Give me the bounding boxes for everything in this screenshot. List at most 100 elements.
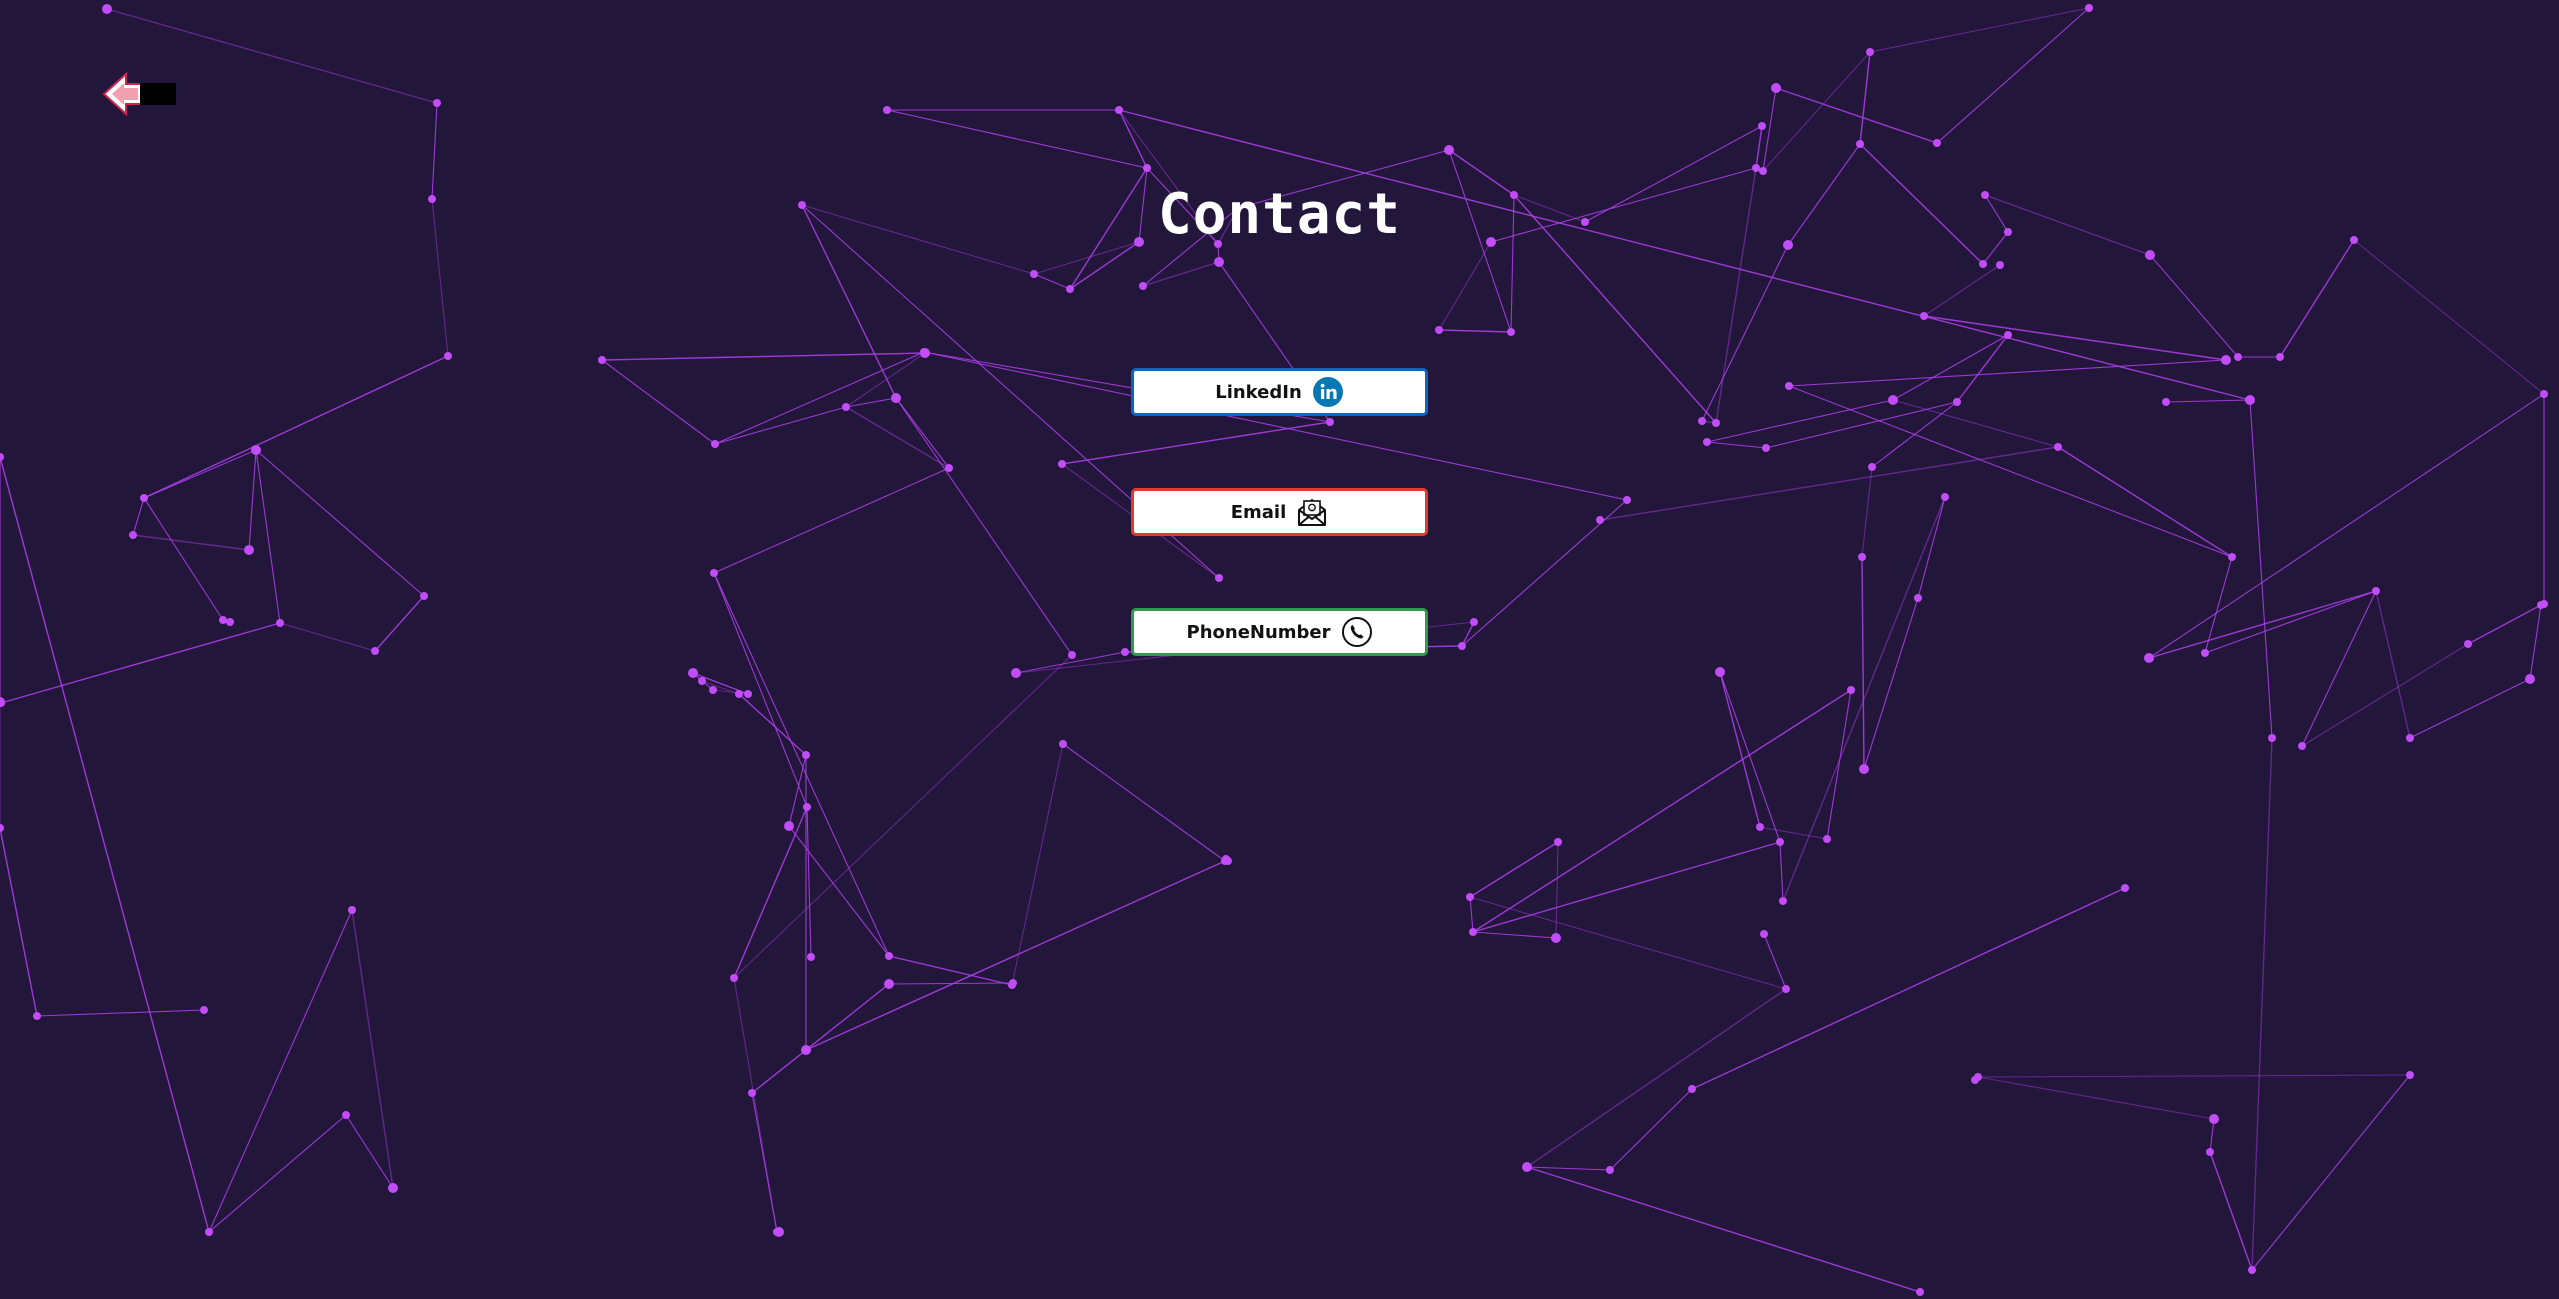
- network-node: [1444, 145, 1454, 155]
- network-link: [279, 622, 376, 652]
- linkedin-button[interactable]: LinkedIn: [1131, 368, 1428, 416]
- network-node: [1785, 382, 1793, 390]
- linkedin-button-label: LinkedIn: [1215, 381, 1302, 403]
- network-node: [1914, 594, 1922, 602]
- network-link: [1775, 87, 1938, 144]
- network-node: [205, 1228, 213, 1236]
- network-node: [1979, 260, 1987, 268]
- network-node: [2206, 1148, 2214, 1156]
- network-link: [895, 397, 950, 469]
- network-node: [730, 974, 738, 982]
- network-node: [2298, 742, 2306, 750]
- network-node: [1115, 106, 1123, 114]
- network-link: [751, 983, 890, 1094]
- phone-button[interactable]: PhoneNumber: [1131, 608, 1428, 656]
- network-link: [1062, 743, 1226, 862]
- network-node: [885, 952, 893, 960]
- network-node: [1712, 419, 1720, 427]
- network-node: [1326, 418, 1334, 426]
- network-node: [1866, 48, 1874, 56]
- network-node: [1776, 838, 1784, 846]
- network-node: [2004, 331, 2012, 339]
- network-node: [388, 1183, 398, 1193]
- network-node: [1215, 574, 1223, 582]
- network-link: [751, 1092, 778, 1233]
- network-node: [1756, 823, 1764, 831]
- phone-icon: [1341, 617, 1372, 647]
- network-link: [345, 1114, 394, 1189]
- network-link: [2165, 399, 2251, 403]
- network-link: [886, 109, 1148, 169]
- network-node: [2209, 1114, 2219, 1124]
- network-node: [2540, 390, 2548, 398]
- network-node: [219, 616, 227, 624]
- network-link: [1917, 496, 1946, 599]
- network-node: [1011, 668, 1021, 678]
- network-link: [143, 355, 449, 499]
- network-node: [2540, 600, 2548, 608]
- network-link: [0, 622, 281, 704]
- network-link: [1526, 988, 1787, 1168]
- network-node: [2145, 250, 2155, 260]
- email-button[interactable]: Email: [1131, 488, 1428, 536]
- network-link: [1691, 887, 2126, 1090]
- network-link: [1863, 597, 1919, 770]
- page-title: Contact: [1157, 182, 1401, 247]
- network-link: [733, 654, 1073, 979]
- network-link: [1719, 671, 1761, 828]
- network-link: [1472, 841, 1781, 933]
- network-node: [371, 647, 379, 655]
- network-link: [895, 397, 1073, 656]
- network-node: [200, 1006, 208, 1014]
- network-link: [1765, 401, 1958, 449]
- network-node: [0, 824, 4, 832]
- network-node: [803, 803, 811, 811]
- network-link: [1788, 359, 2227, 387]
- network-link: [601, 359, 716, 445]
- network-node: [129, 531, 137, 539]
- network-node: [342, 1111, 350, 1119]
- network-node: [1466, 893, 1474, 901]
- network-node: [1551, 933, 1561, 943]
- network-node: [1758, 122, 1766, 130]
- network-node: [688, 668, 698, 678]
- network-link: [1526, 1166, 1611, 1171]
- network-link: [738, 693, 807, 756]
- network-node: [2221, 355, 2231, 365]
- network-node: [1920, 312, 1928, 320]
- network-node: [226, 618, 234, 626]
- network-link: [1763, 933, 1787, 990]
- network-node: [1715, 667, 1725, 677]
- network-link: [208, 909, 353, 1233]
- network-link: [1526, 1166, 1921, 1293]
- network-link: [1438, 241, 1492, 331]
- network-node: [0, 697, 5, 707]
- network-link: [1859, 51, 1871, 145]
- network-node: [1458, 642, 1466, 650]
- network-link: [1142, 261, 1220, 287]
- network-link: [1788, 385, 2233, 558]
- network-link: [713, 467, 950, 574]
- network-link: [2251, 737, 2273, 1271]
- network-node: [1469, 928, 1477, 936]
- network-link: [208, 1114, 347, 1233]
- network-node: [1688, 1085, 1696, 1093]
- back-button-tail: [140, 83, 176, 105]
- network-link: [2209, 1151, 2253, 1271]
- network-node: [1847, 686, 1855, 694]
- network-link: [143, 449, 257, 499]
- network-node: [1214, 257, 1224, 267]
- network-link: [2057, 446, 2233, 558]
- network-link: [1923, 264, 2001, 317]
- network-node: [33, 1012, 41, 1020]
- network-link: [1759, 826, 1828, 840]
- network-link: [1438, 329, 1512, 333]
- network-node: [1059, 740, 1067, 748]
- network-node: [1606, 1166, 1614, 1174]
- network-node: [1941, 493, 1949, 501]
- network-node: [1623, 496, 1631, 504]
- network-node: [2085, 4, 2093, 12]
- network-node: [801, 1045, 811, 1055]
- network-node: [1058, 460, 1066, 468]
- back-button[interactable]: [100, 70, 188, 118]
